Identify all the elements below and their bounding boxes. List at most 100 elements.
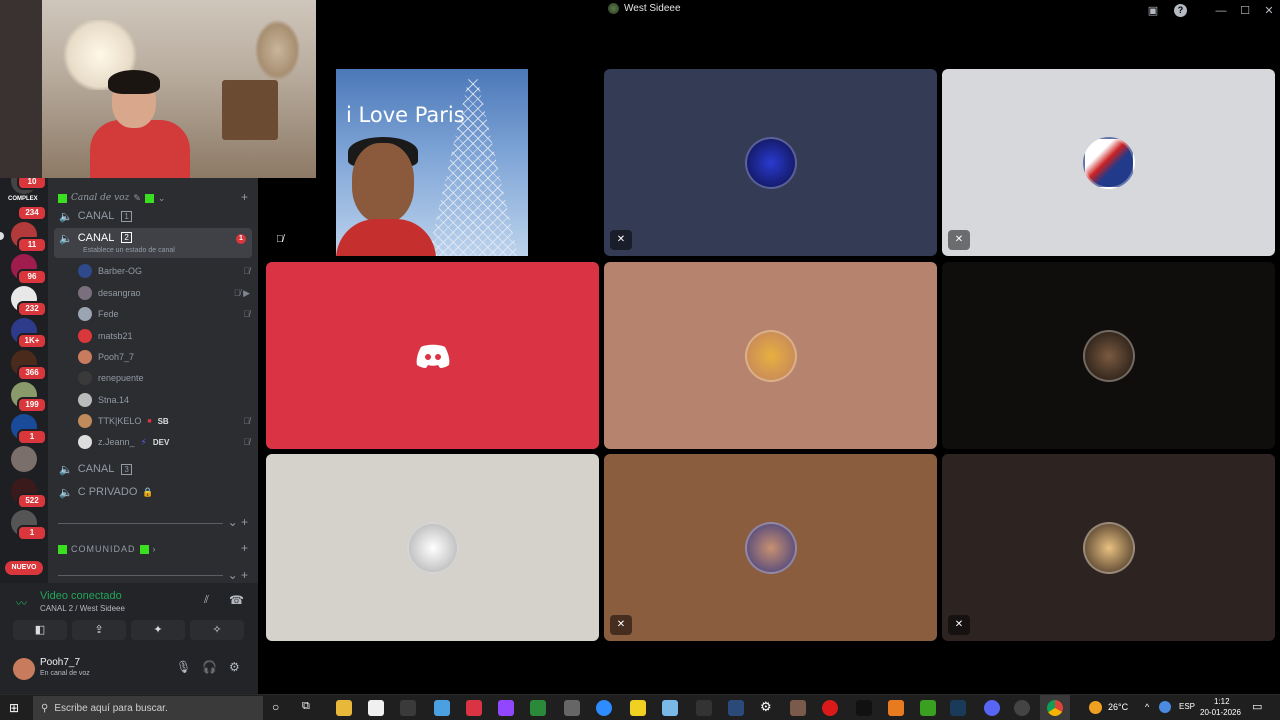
- app-icon[interactable]: [530, 700, 546, 716]
- voice-channel-canal-3[interactable]: 🔈 CANAL 3: [54, 459, 252, 479]
- voice-user[interactable]: desangrao 🎙̸ ▶: [78, 283, 254, 303]
- add-channel-icon[interactable]: ⌄ +: [228, 515, 248, 529]
- category-comunidad[interactable]: COMUNIDAD ›: [58, 542, 156, 556]
- sticky-notes-icon[interactable]: [630, 700, 646, 716]
- task-view-icon[interactable]: ⧉: [302, 700, 310, 713]
- capcut-icon[interactable]: [696, 700, 712, 716]
- voice-user[interactable]: renepuente: [78, 368, 254, 388]
- plant-image: [255, 20, 300, 80]
- video-tile[interactable]: [266, 454, 599, 641]
- video-tile[interactable]: ✕: [942, 69, 1275, 256]
- user-status: En canal de voz: [40, 670, 90, 677]
- taskbar-search[interactable]: ⚲ Escribe aquí para buscar.: [33, 696, 263, 720]
- inbox-icon[interactable]: ▣: [1144, 2, 1162, 20]
- notepad-icon[interactable]: [368, 700, 384, 716]
- obs-icon[interactable]: [1014, 700, 1030, 716]
- help-icon[interactable]: ?: [1174, 4, 1187, 17]
- voice-status[interactable]: Video conectado: [40, 590, 122, 602]
- video-tile[interactable]: [266, 262, 599, 449]
- avatar[interactable]: [13, 658, 35, 680]
- discord-icon[interactable]: [984, 700, 1000, 716]
- file-explorer-icon[interactable]: [336, 700, 352, 716]
- category-voice[interactable]: Canal de voz ✎ ⌄: [58, 191, 165, 205]
- temperature[interactable]: 26°C: [1108, 702, 1128, 712]
- windows-start-icon[interactable]: ⊞: [9, 701, 19, 715]
- microphone-icon[interactable]: 🎙: [176, 660, 191, 674]
- gear-icon[interactable]: ⚙: [229, 660, 240, 674]
- clock-date[interactable]: 20-01-2026: [1200, 708, 1241, 717]
- server-icon[interactable]: [11, 446, 37, 472]
- voice-user[interactable]: TTK|KELO ■ SB 🎙̸: [78, 411, 254, 431]
- twitch-icon[interactable]: [498, 700, 514, 716]
- user-name: Stna.14: [98, 395, 130, 405]
- screen-share-button[interactable]: ⇪: [72, 620, 126, 640]
- video-tile[interactable]: ✕: [604, 454, 937, 641]
- headphones-icon[interactable]: 🎧: [202, 660, 217, 674]
- voice-location[interactable]: CANAL 2 / West Sideee: [40, 604, 125, 613]
- app-icon[interactable]: [790, 700, 806, 716]
- cortana-icon[interactable]: ○: [272, 700, 279, 714]
- app-icon[interactable]: [466, 700, 482, 716]
- weather-icon[interactable]: [1089, 701, 1102, 714]
- voice-user[interactable]: matsb21: [78, 326, 254, 346]
- dresser-image: [222, 80, 278, 140]
- channel-name: CANAL: [77, 210, 115, 222]
- category-label: COMUNIDAD: [71, 544, 136, 554]
- new-badge[interactable]: NUEVO: [5, 561, 43, 575]
- language-indicator[interactable]: ESP: [1179, 702, 1195, 711]
- face-image: [352, 143, 414, 223]
- add-channel-icon[interactable]: +: [241, 541, 248, 555]
- app-icon[interactable]: [888, 700, 904, 716]
- voice-channel-canal-1[interactable]: 🔈 CANAL 1: [54, 206, 252, 226]
- video-tile-paris[interactable]: i Love Paris: [336, 69, 528, 256]
- activities-button[interactable]: ✦: [131, 620, 185, 640]
- chevron-down-icon: ⌄: [157, 192, 166, 203]
- app-tray-icon[interactable]: [1159, 701, 1171, 713]
- minecraft-icon[interactable]: [920, 700, 936, 716]
- speaker-icon: 🔈: [59, 233, 73, 245]
- app-icon[interactable]: [662, 700, 678, 716]
- copilot-icon[interactable]: [434, 700, 450, 716]
- channel-status[interactable]: Establece un estado de canal: [83, 247, 175, 254]
- user-name[interactable]: Pooh7_7: [40, 657, 80, 668]
- minimize-button[interactable]: —: [1212, 2, 1230, 20]
- voice-user[interactable]: Barber-OG 🎙̸: [78, 261, 254, 281]
- app-icon[interactable]: [564, 700, 580, 716]
- chrome-icon[interactable]: [1047, 700, 1063, 716]
- add-channel-icon[interactable]: ⌄ +: [228, 568, 248, 582]
- app-icon[interactable]: [400, 700, 416, 716]
- voice-user[interactable]: Fede 🎙̸: [78, 304, 254, 324]
- tiktok-icon[interactable]: [856, 700, 872, 716]
- video-tile[interactable]: [942, 262, 1275, 449]
- steam-icon[interactable]: [950, 700, 966, 716]
- clock-time[interactable]: 1:12: [1214, 697, 1230, 706]
- video-tile[interactable]: [604, 262, 937, 449]
- avatar: [1082, 329, 1135, 382]
- soundboard-button[interactable]: ✧: [190, 620, 244, 640]
- user-name: matsb21: [98, 331, 133, 341]
- voice-user[interactable]: Pooh7_7: [78, 347, 254, 367]
- disconnect-icon[interactable]: ☎: [229, 593, 244, 607]
- discord-logo-icon: [416, 344, 449, 368]
- video-tile[interactable]: ✕: [942, 454, 1275, 641]
- server-icon: [608, 3, 619, 14]
- mic-off-icon: 🎙̸: [243, 437, 250, 447]
- chevron-up-icon[interactable]: ^: [1145, 702, 1149, 712]
- add-channel-icon[interactable]: +: [241, 190, 248, 204]
- notifications-icon[interactable]: ▭: [1252, 700, 1262, 713]
- maximize-button[interactable]: ☐: [1236, 2, 1254, 20]
- app-icon[interactable]: [728, 700, 744, 716]
- user-name: Barber-OG: [98, 266, 143, 276]
- opera-icon[interactable]: [822, 700, 838, 716]
- voice-user[interactable]: z.Jeann_ ⚡ DEV 🎙̸: [78, 432, 254, 452]
- voice-channel-privado[interactable]: 🔈 C PRIVADO 🔒: [54, 482, 252, 502]
- video-toggle-button[interactable]: ◧: [13, 620, 67, 640]
- zoom-icon[interactable]: [596, 700, 612, 716]
- voice-channel-canal-2[interactable]: 🔈 CANAL 2 Establece un estado de canal 1: [54, 228, 252, 258]
- avatar: [1082, 521, 1135, 574]
- close-button[interactable]: ✕: [1260, 2, 1278, 20]
- voice-user[interactable]: Stna.14: [78, 390, 254, 410]
- video-tile[interactable]: ✕: [604, 69, 937, 256]
- noise-suppression-icon[interactable]: ⫽: [204, 594, 209, 607]
- gear-icon[interactable]: ⚙: [760, 699, 772, 715]
